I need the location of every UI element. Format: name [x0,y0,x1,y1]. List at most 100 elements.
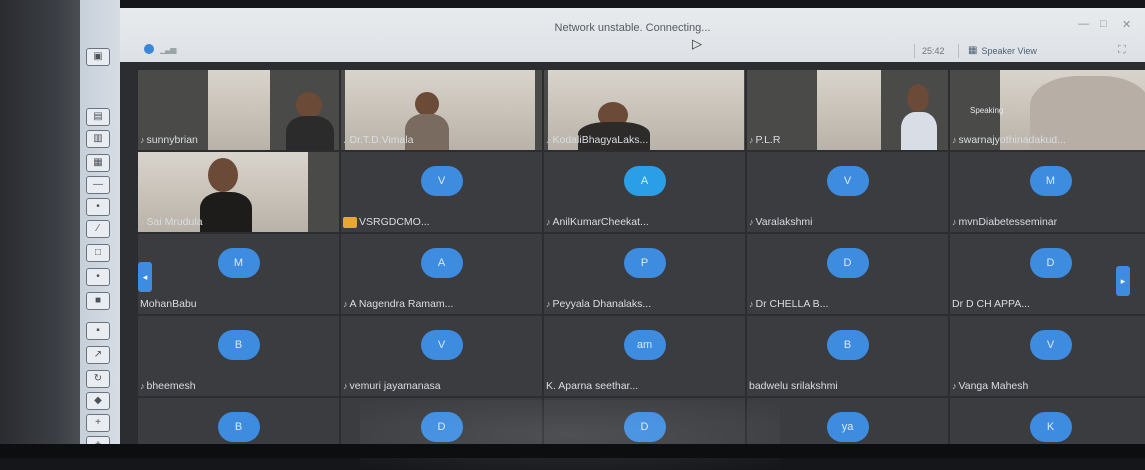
person-head [415,92,439,116]
mouse-cursor-icon: ▷ [692,36,702,51]
tool-icon: ∕ [97,223,99,234]
participant-tile[interactable]: V ♪ Varalakshmi [747,152,948,232]
toolbar-tool-button[interactable]: • [86,268,110,286]
participant-tile[interactable]: K [950,398,1145,448]
participant-tile[interactable]: Bbadwelu srilakshmi [747,316,948,396]
mic-icon: ♪ [546,135,551,145]
toolbar-tool-button[interactable]: ▤ [86,108,110,126]
maximize-icon[interactable]: □ [1100,18,1107,30]
connection-status-title: Network unstable. Connecting... [554,22,711,34]
participant-name-label: AnilKumarCheekat... [552,216,649,228]
person-body [901,112,937,150]
participant-tile[interactable]: ♪ Sai Mrudula [138,152,339,232]
mic-icon: ♪ [546,299,551,309]
participant-tile[interactable]: A ♪ AnilKumarCheekat... [544,152,745,232]
participant-name: ♪ Peyyala Dhanalaks... [546,298,651,310]
participant-tile[interactable]: am K. Aparna seethar... [544,316,745,396]
toolbar-tool-button[interactable]: ◆ [86,392,110,410]
participant-tile[interactable]: ♪ P.L.R [747,70,948,150]
toolbar-tool-button[interactable]: ▪ [86,322,110,340]
previous-page-button[interactable]: ◂ [138,262,152,292]
tool-icon: — [93,179,103,190]
tool-icon: ▪ [96,325,100,336]
fullscreen-icon[interactable]: ⛶ [1118,44,1126,57]
participant-name: VSRGDCMO... [343,216,430,228]
participant-name-label: KodaliBhagyaLaks... [552,134,649,146]
participant-name: Dr D CH APPA... [952,298,1030,310]
participant-tile[interactable]: ya [747,398,948,448]
person-body [286,116,334,150]
participant-tile[interactable]: D [544,398,745,448]
participant-tile[interactable]: ♪ Dr.T.D.Vimala [341,70,542,150]
participant-tile[interactable]: A ♪ A Nagendra Ramam... [341,234,542,314]
participant-name-label: K. Aparna seethar... [546,380,639,392]
participant-avatar: V [1029,330,1072,360]
participant-name: ♪ mvnDiabetesseminar [952,216,1057,228]
participant-name-label: vemuri jayamanasa [349,380,441,392]
meeting-timer: 25:42 [922,46,945,56]
participant-name: ♪ vemuri jayamanasa [343,380,441,392]
toolbar-tool-button[interactable]: □ [86,244,110,262]
toolbar-tool-button[interactable]: — [86,176,110,194]
participant-tile[interactable]: D ♪ Dr CHELLA B... [747,234,948,314]
participant-name-label: Peyyala Dhanalaks... [552,298,652,310]
tool-icon: ↻ [93,373,103,384]
mic-icon: ♪ [749,299,754,309]
mic-icon: ♪ [546,217,551,227]
close-icon[interactable]: ✕ [1122,18,1131,31]
toolbar-tool-button[interactable]: ▣ [86,48,110,66]
participant-tile[interactable]: B ♪ bheemesh [138,316,339,396]
mic-icon: ♪ [343,299,348,309]
participant-video-feed [208,70,334,150]
participant-tile[interactable]: ♪ sunnybrian [138,70,339,150]
participant-name: K. Aparna seethar... [546,380,638,392]
participant-avatar: M [217,248,260,278]
toolbar-tool-button[interactable]: ▥ [86,130,110,148]
toolbar-tool-button[interactable]: ▦ [86,154,110,172]
participant-tile[interactable]: M ♪ mvnDiabetesseminar [950,152,1145,232]
mic-icon: ♪ [952,135,957,145]
participant-name: ♪ Vanga Mahesh [952,380,1028,392]
tool-icon: • [96,201,100,212]
tool-icon: ◆ [94,395,102,406]
toolbar-tool-button[interactable]: • [86,198,110,216]
tool-icon: ↗ [93,349,103,360]
tool-icon: □ [94,247,102,258]
toolbar-tool-button[interactable]: + [86,414,110,432]
mic-icon: ♪ [343,381,348,391]
participant-tile[interactable]: P ♪ Peyyala Dhanalaks... [544,234,745,314]
participant-tile[interactable]: V ♪ vemuri jayamanasa [341,316,542,396]
mic-icon: ♪ [140,217,145,227]
side-toolbar: ▣▤▥▦—•∕□•■▪↗↻◆++ [80,0,120,458]
participant-name-label: Dr D CH APPA... [952,298,1030,310]
participant-tile[interactable]: M MohanBabu [138,234,339,314]
participant-name: MohanBabu [140,298,197,310]
toolbar-tool-button[interactable]: ∕ [86,220,110,238]
minimize-icon[interactable]: — [1078,18,1089,30]
participant-name: badwelu srilakshmi [749,380,838,392]
participant-tile[interactable]: V ♪ Vanga Mahesh [950,316,1145,396]
toolbar-tool-button[interactable]: ↗ [86,346,110,364]
participant-avatar: V [826,166,869,196]
speaker-view-button[interactable]: ▦ Speaker View [968,45,1037,56]
participant-tile[interactable]: Speaking ♪ swarnajyothinadakud... [950,70,1145,150]
meeting-window: Network unstable. Connecting... ▷ — □ ✕ … [120,8,1145,448]
participant-name-label: VSRGDCMO... [359,216,430,228]
next-page-button[interactable]: ▸ [1116,266,1130,296]
toolbar-tool-button[interactable]: ■ [86,292,110,310]
tool-icon: ▣ [93,51,103,62]
tool-icon: ▦ [93,157,103,168]
toolbar-tool-button[interactable]: ↻ [86,370,110,388]
signal-bars-icon[interactable]: ▁▃▅ [160,45,177,54]
security-shield-icon[interactable] [144,44,154,54]
participant-name-label: Vanga Mahesh [958,380,1029,392]
participant-name-label: P.L.R [755,134,781,146]
participant-tile[interactable]: B [138,398,339,448]
mic-icon: ♪ [140,135,145,145]
person-head [907,84,929,112]
participant-tile[interactable]: ♪ KodaliBhagyaLaks... [544,70,745,150]
participant-avatar: P [623,248,666,278]
participant-tile[interactable]: D [341,398,542,448]
participant-name-label: A Nagendra Ramam... [349,298,454,310]
participant-tile[interactable]: V VSRGDCMO... [341,152,542,232]
